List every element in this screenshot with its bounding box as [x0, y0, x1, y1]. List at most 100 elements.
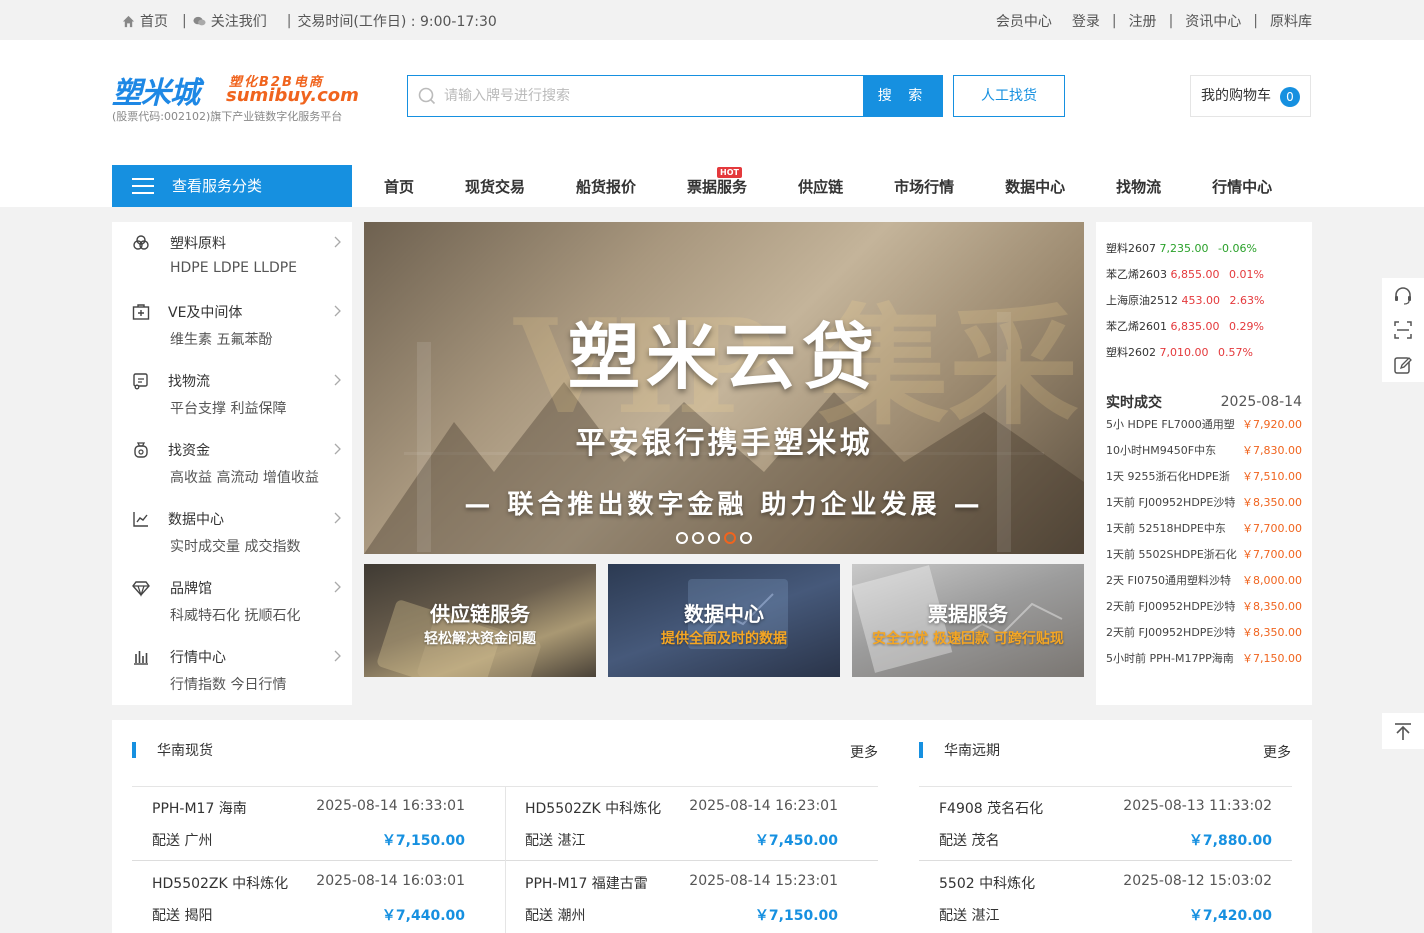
nav-market[interactable]: 市场行情 — [894, 165, 954, 207]
sidebar-item-funding[interactable]: 找资金 高收益 高流动 增值收益 — [112, 429, 352, 498]
sidebar-item-sub: 行情指数 今日行情 — [170, 677, 287, 693]
ticker-change: 0.57% — [1217, 346, 1253, 359]
chevron-right-icon — [334, 581, 341, 593]
trade-text: 5小时前 PPH-M17PP海南 — [1106, 652, 1234, 665]
promo-title: 票据服务 — [852, 598, 1084, 627]
promo-subtitle: 安全无忧 极速回款 可跨行贴现 — [872, 631, 1064, 647]
listing-card[interactable]: 5502 中科炼化 2025-08-12 15:03:02 配送 湛江 ￥7,4… — [919, 861, 1292, 933]
promo-data-center[interactable]: 数据中心 提供全面及时的数据 — [608, 564, 840, 677]
trade-text: 1天前 52518HDPE中东 — [1106, 522, 1226, 535]
trade-row[interactable]: 1天前 52518HDPE中东 ￥7,700.00 — [1106, 520, 1302, 536]
trade-text: 1天前 5502SHDPE浙石化 — [1106, 548, 1237, 561]
login-link[interactable]: 登录 — [1072, 11, 1100, 31]
trade-row[interactable]: 2天前 FJ00952HDPE沙特 ￥8,350.00 — [1106, 624, 1302, 640]
ticker-row[interactable]: 上海原油2512 453.00 2.63% — [1106, 292, 1264, 308]
trade-row[interactable]: 1天前 FJ00952HDPE沙特 ￥8,350.00 — [1106, 494, 1302, 510]
trade-text: 2天前 FJ00952HDPE沙特 — [1106, 626, 1236, 639]
home-icon — [122, 15, 135, 27]
carousel-dot-active[interactable] — [724, 532, 736, 544]
carousel-dot[interactable] — [692, 532, 704, 544]
logo-cn[interactable]: 塑米城 — [112, 68, 200, 112]
manual-find-button[interactable]: 人工找货 — [953, 75, 1065, 117]
listing-price: ￥7,450.00 — [754, 833, 838, 849]
listing-price: ￥7,420.00 — [1188, 908, 1272, 924]
listing-delivery: 配送 茂名 — [939, 833, 1000, 849]
trade-row[interactable]: 1天前 5502SHDPE浙石化 ￥7,700.00 — [1106, 546, 1302, 562]
ticker-row[interactable]: 塑料2607 7,235.00 -0.06% — [1106, 240, 1257, 256]
nav-logistics[interactable]: 找物流 — [1116, 165, 1161, 207]
promo-bills[interactable]: 票据服务 安全无忧 极速回款 可跨行贴现 — [852, 564, 1084, 677]
promo-supply-chain[interactable]: 供应链服务 轻松解决资金问题 — [364, 564, 596, 677]
carousel-dot[interactable] — [676, 532, 688, 544]
news-center-link[interactable]: 资讯中心 — [1185, 11, 1241, 31]
logo-subtitle: (股票代码:002102)旗下产业链数字化服务平台 — [112, 110, 343, 123]
trade-row[interactable]: 1天 9255浙石化HDPE浙 ￥7,510.00 — [1106, 468, 1302, 484]
top-follow-link[interactable]: 关注我们 — [211, 11, 267, 31]
hero-banner[interactable]: VIP 集采 塑米云贷 平安银行携手塑米城 — 联合推出数字金融 助力企业发展 … — [364, 222, 1084, 554]
nav-shipping[interactable]: 船货报价 — [576, 165, 636, 207]
cart-button[interactable]: 我的购物车 0 — [1190, 75, 1311, 117]
listing-delivery: 配送 潮州 — [525, 908, 586, 924]
headset-icon[interactable] — [1393, 286, 1413, 306]
nav-data-center[interactable]: 数据中心 — [1005, 165, 1065, 207]
nav-bills[interactable]: HOT 票据服务 — [687, 165, 747, 207]
nav-spot[interactable]: 现货交易 — [465, 165, 525, 207]
listing-card[interactable]: F4908 茂名石化 2025-08-13 11:33:02 配送 茂名 ￥7,… — [919, 786, 1292, 860]
trade-row[interactable]: 2天 FI0750通用塑料沙特 ￥8,000.00 — [1106, 572, 1302, 588]
nav-quotes[interactable]: 行情中心 — [1212, 165, 1272, 207]
trade-price: ￥7,920.00 — [1242, 418, 1302, 431]
nav-bills-label: 票据服务 — [687, 178, 748, 196]
nav-supply-chain[interactable]: 供应链 — [798, 165, 843, 207]
sidebar-item-data-center[interactable]: 数据中心 实时成交量 成交指数 — [112, 498, 352, 567]
listing-card[interactable]: HD5502ZK 中科炼化 2025-08-14 16:23:01 配送 湛江 … — [505, 786, 858, 860]
nav-home[interactable]: 首页 — [384, 165, 414, 207]
sidebar-item-sub: 实时成交量 成交指数 — [170, 539, 301, 555]
listing-price: ￥7,150.00 — [754, 908, 838, 924]
top-home-link[interactable]: 首页 — [140, 11, 168, 31]
edit-icon[interactable] — [1393, 355, 1413, 375]
scan-icon[interactable] — [1393, 320, 1413, 340]
ticker-row[interactable]: 塑料2602 7,010.00 0.57% — [1106, 344, 1253, 360]
carousel-dot[interactable] — [740, 532, 752, 544]
register-link[interactable]: 注册 — [1129, 11, 1157, 31]
trade-text: 2天 FI0750通用塑料沙特 — [1106, 574, 1232, 587]
trade-row[interactable]: 5小时前 PPH-M17PP海南 ￥7,150.00 — [1106, 650, 1302, 666]
ticker-row[interactable]: 苯乙烯2601 6,835.00 0.29% — [1106, 318, 1264, 334]
category-button[interactable]: 查看服务分类 — [112, 165, 352, 207]
sidebar-item-quotes[interactable]: 行情中心 行情指数 今日行情 — [112, 636, 352, 705]
logo-en: sumibuy.com — [226, 85, 359, 106]
search-button[interactable]: 搜 索 — [863, 75, 943, 117]
listing-card[interactable]: HD5502ZK 中科炼化 2025-08-14 16:03:01 配送 揭阳 … — [132, 861, 485, 933]
listing-product: PPH-M17 海南 — [152, 801, 247, 817]
sidebar-item-ve[interactable]: VE及中间体 维生素 五氟苯酚 — [112, 291, 352, 360]
realtime-trades-date: 2025-08-14 — [1220, 394, 1302, 410]
materials-link[interactable]: 原料库 — [1270, 11, 1312, 31]
sidebar-item-title: 找物流 — [168, 374, 210, 390]
back-to-top-button[interactable] — [1382, 713, 1424, 749]
member-center-link[interactable]: 会员中心 — [996, 11, 1052, 31]
carousel-dot[interactable] — [708, 532, 720, 544]
listing-card[interactable]: PPH-M17 海南 2025-08-14 16:33:01 配送 广州 ￥7,… — [132, 786, 485, 860]
line-chart-icon — [133, 512, 148, 527]
ticker-price: 6,855.00 — [1170, 268, 1220, 281]
search-input[interactable] — [444, 84, 844, 108]
sidebar-item-title: 行情中心 — [170, 650, 226, 666]
banner-line3: — 联合推出数字金融 助力企业发展 — — [464, 490, 984, 520]
search-icon — [418, 87, 436, 105]
sidebar-item-logistics[interactable]: 找物流 平台支撑 利益保障 — [112, 360, 352, 429]
ticker-change: 0.01% — [1228, 268, 1264, 281]
trade-row[interactable]: 5小 HDPE FL7000通用塑 ￥7,920.00 — [1106, 416, 1302, 432]
sidebar-item-brands[interactable]: 品牌馆 科威特石化 抚顺石化 — [112, 567, 352, 636]
trade-price: ￥8,350.00 — [1242, 600, 1302, 613]
sidebar-item-title: 找资金 — [168, 443, 210, 459]
trade-row[interactable]: 10小时HM9450F中东 ￥7,830.00 — [1106, 442, 1302, 458]
listing-card[interactable]: PPH-M17 福建古雷 2025-08-14 15:23:01 配送 潮州 ￥… — [505, 861, 858, 933]
listing-delivery: 配送 湛江 — [939, 908, 1000, 924]
top-bar: 首页 | 关注我们 | 交易时间(工作日) : 9:00-17:30 会员中心 … — [0, 0, 1424, 40]
sidebar-item-plastics[interactable]: 塑料原料 HDPE LDPE LLDPE — [112, 222, 352, 291]
sidebar-item-title: 品牌馆 — [170, 581, 212, 597]
ticker-row[interactable]: 苯乙烯2603 6,855.00 0.01% — [1106, 266, 1264, 282]
ticker-name: 塑料2602 — [1106, 346, 1156, 359]
chevron-right-icon — [334, 650, 341, 662]
trade-row[interactable]: 2天前 FJ00952HDPE沙特 ￥8,350.00 — [1106, 598, 1302, 614]
